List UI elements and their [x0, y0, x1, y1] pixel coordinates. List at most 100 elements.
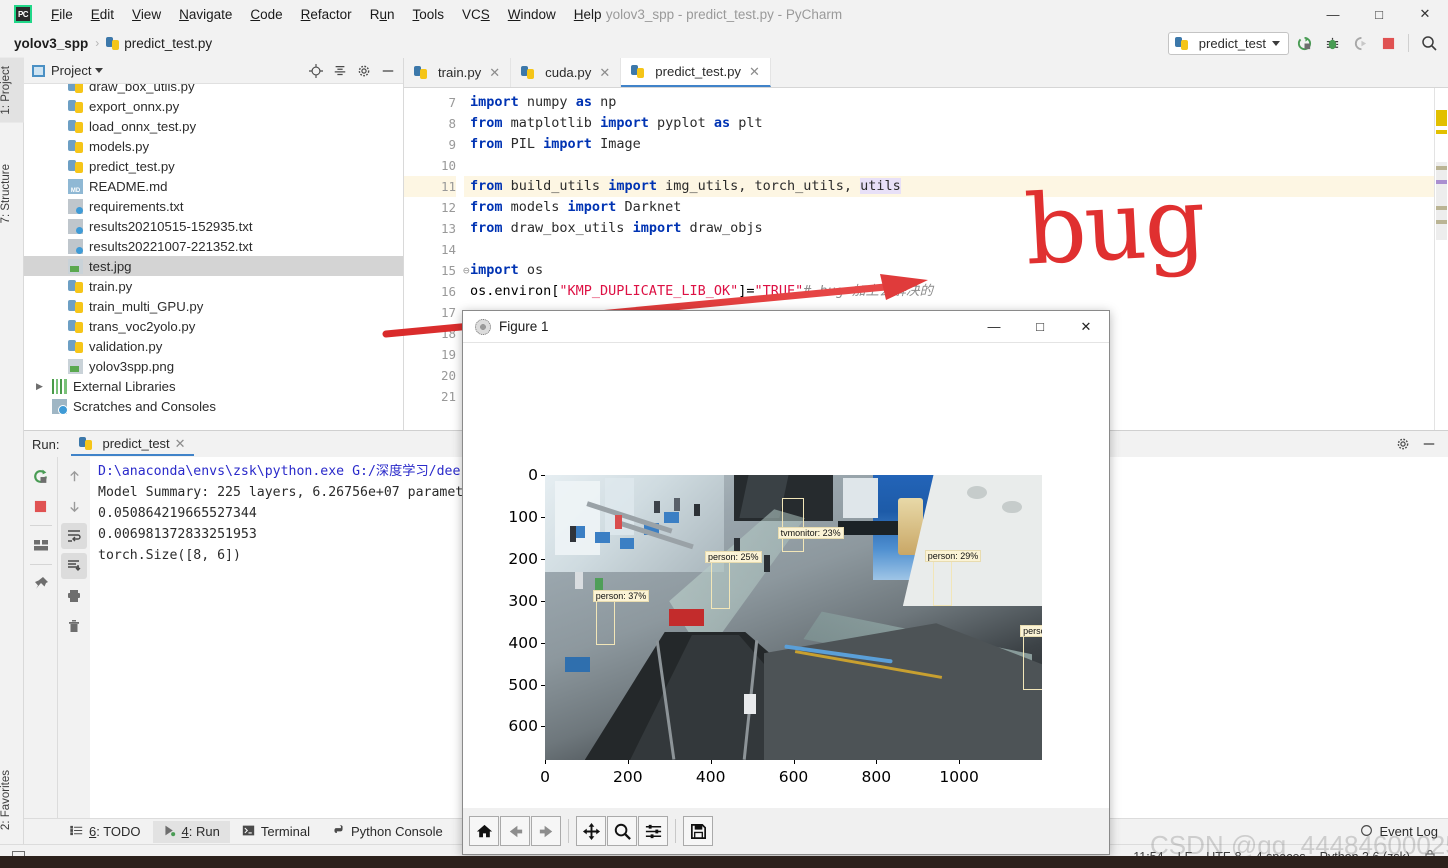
menu-edit[interactable]: Edit — [82, 5, 123, 24]
breadcrumb-project[interactable]: yolov3_spp — [14, 36, 88, 51]
editor-tab[interactable]: train.py ✕ — [404, 58, 512, 87]
run-tab-predict-test[interactable]: predict_test ✕ — [71, 433, 194, 456]
code-line[interactable] — [464, 239, 1434, 260]
menu-navigate[interactable]: Navigate — [170, 5, 241, 24]
project-tree-item[interactable]: ▶ External Libraries — [24, 376, 403, 396]
down-arrow-icon[interactable] — [61, 493, 87, 519]
project-tree-item[interactable]: models.py — [24, 136, 403, 156]
settings-gear-icon[interactable] — [1392, 433, 1414, 455]
project-tree-item[interactable]: requirements.txt — [24, 196, 403, 216]
print-icon[interactable] — [61, 583, 87, 609]
menu-view[interactable]: View — [123, 5, 170, 24]
menu-tools[interactable]: Tools — [403, 5, 453, 24]
locate-icon[interactable] — [305, 60, 327, 82]
editor-marker-gutter[interactable] — [1434, 88, 1448, 430]
project-tree-item[interactable]: results20210515-152935.txt — [24, 216, 403, 236]
close-icon[interactable]: ✕ — [749, 64, 760, 80]
run-with-coverage-button[interactable] — [1347, 30, 1373, 56]
station-scene: person: 37% person: 25% tvmonitor: 23% p… — [545, 475, 1042, 760]
search-everywhere-icon[interactable] — [1416, 30, 1442, 56]
hide-panel-icon[interactable] — [377, 60, 399, 82]
code-line[interactable]: import numpy as np — [464, 92, 1434, 113]
code-line[interactable] — [464, 155, 1434, 176]
tool-window-tab-terminal[interactable]: Terminal — [232, 821, 320, 843]
project-tree-item[interactable]: trans_voc2yolo.py — [24, 316, 403, 336]
sidebar-item-structure[interactable]: 7: Structure — [0, 156, 24, 231]
code-line[interactable]: os.environ["KMP_DUPLICATE_LIB_OK"]="TRUE… — [464, 281, 1434, 302]
project-tree-item[interactable]: results20221007-221352.txt — [24, 236, 403, 256]
project-tree-item[interactable]: draw_box_utils.py — [24, 84, 403, 96]
menu-vcs[interactable]: VCS — [453, 5, 499, 24]
pan-button[interactable] — [576, 816, 606, 846]
tool-window-tab-4-run[interactable]: 4: Run — [152, 820, 230, 843]
editor-tab[interactable]: cuda.py ✕ — [511, 58, 622, 87]
close-icon[interactable]: ✕ — [489, 65, 500, 81]
project-tree[interactable]: draw_box_utils.py export_onnx.py load_onnx… — [24, 84, 403, 430]
project-tree-item[interactable]: predict_test.py — [24, 156, 403, 176]
run-button[interactable] — [1291, 30, 1317, 56]
editor-scrollbar-thumb[interactable] — [1436, 162, 1447, 240]
menu-run[interactable]: Run — [361, 5, 404, 24]
settings-gear-icon[interactable] — [353, 60, 375, 82]
expand-arrow-icon[interactable]: ▶ — [36, 381, 48, 392]
project-tree-item[interactable]: export_onnx.py — [24, 96, 403, 116]
debug-button[interactable] — [1319, 30, 1345, 56]
code-line[interactable]: from matplotlib import pyplot as plt — [464, 113, 1434, 134]
stop-icon[interactable] — [28, 493, 54, 519]
home-button[interactable] — [469, 816, 499, 846]
breadcrumb-file[interactable]: predict_test.py — [124, 36, 212, 51]
code-line[interactable]: from draw_box_utils import draw_objs — [464, 218, 1434, 239]
figure-minimize-button[interactable]: — — [971, 311, 1017, 343]
project-tree-item[interactable]: Scratches and Consoles — [24, 396, 403, 416]
print-view-icon[interactable] — [28, 532, 54, 558]
project-tree-item[interactable]: train_multi_GPU.py — [24, 296, 403, 316]
stop-button[interactable] — [1375, 30, 1401, 56]
maximize-button[interactable]: □ — [1356, 0, 1402, 28]
menu-file[interactable]: File — [42, 5, 82, 24]
python-icon — [79, 437, 93, 450]
zoom-button[interactable] — [607, 816, 637, 846]
event-log-button[interactable]: Event Log — [1360, 824, 1448, 840]
collapse-all-icon[interactable] — [329, 60, 351, 82]
figure-canvas[interactable]: 0 100 200 300 400 500 600 0 200 400 600 800 1000 — [463, 343, 1109, 808]
tool-window-tab-python-console[interactable]: Python Console — [322, 821, 453, 843]
forward-button[interactable] — [531, 816, 561, 846]
up-arrow-icon[interactable] — [61, 463, 87, 489]
scroll-to-end-icon[interactable] — [61, 553, 87, 579]
menu-window[interactable]: Window — [499, 5, 565, 24]
code-line[interactable]: ⊖ import os — [463, 260, 1434, 281]
sidebar-item-project[interactable]: 1: Project — [0, 58, 24, 123]
project-tree-item[interactable]: validation.py — [24, 336, 403, 356]
close-icon[interactable]: ✕ — [175, 436, 186, 452]
close-icon[interactable]: ✕ — [599, 65, 610, 81]
project-tree-item[interactable]: train.py — [24, 276, 403, 296]
close-button[interactable]: ✕ — [1402, 0, 1448, 28]
configure-subplots-button[interactable] — [638, 816, 668, 846]
project-tree-item[interactable]: MD README.md — [24, 176, 403, 196]
trash-icon[interactable] — [61, 613, 87, 639]
code-line[interactable]: from PIL import Image — [464, 134, 1434, 155]
minimize-button[interactable]: — — [1310, 0, 1356, 28]
project-tree-item[interactable]: test.jpg — [24, 256, 403, 276]
menu-help[interactable]: Help — [565, 5, 611, 24]
save-button[interactable] — [683, 816, 713, 846]
rerun-icon[interactable] — [28, 463, 54, 489]
soft-wrap-icon[interactable] — [61, 523, 87, 549]
figure-maximize-button[interactable]: □ — [1017, 311, 1063, 343]
pin-icon[interactable] — [28, 571, 54, 597]
project-tree-item[interactable]: load_onnx_test.py — [24, 116, 403, 136]
project-tree-item[interactable]: yolov3spp.png — [24, 356, 403, 376]
code-line[interactable]: from models import Darknet — [464, 197, 1434, 218]
tool-window-tab-6-todo[interactable]: 6: TODO — [60, 821, 151, 843]
matplotlib-figure-window[interactable]: Figure 1 — □ ✕ 0 100 200 300 400 500 600 0 200 4… — [462, 310, 1110, 855]
code-line[interactable]: from build_utils import img_utils, torch… — [464, 176, 1434, 197]
menu-code[interactable]: Code — [241, 5, 291, 24]
chevron-down-icon[interactable] — [95, 68, 104, 73]
figure-close-button[interactable]: ✕ — [1063, 311, 1109, 343]
sidebar-item-favorites[interactable]: 2: Favorites — [0, 762, 24, 838]
back-button[interactable] — [500, 816, 530, 846]
menu-refactor[interactable]: Refactor — [292, 5, 361, 24]
run-configuration-selector[interactable]: predict_test — [1167, 31, 1289, 55]
hide-panel-icon[interactable] — [1418, 433, 1440, 455]
editor-tab[interactable]: predict_test.py ✕ — [621, 58, 771, 87]
